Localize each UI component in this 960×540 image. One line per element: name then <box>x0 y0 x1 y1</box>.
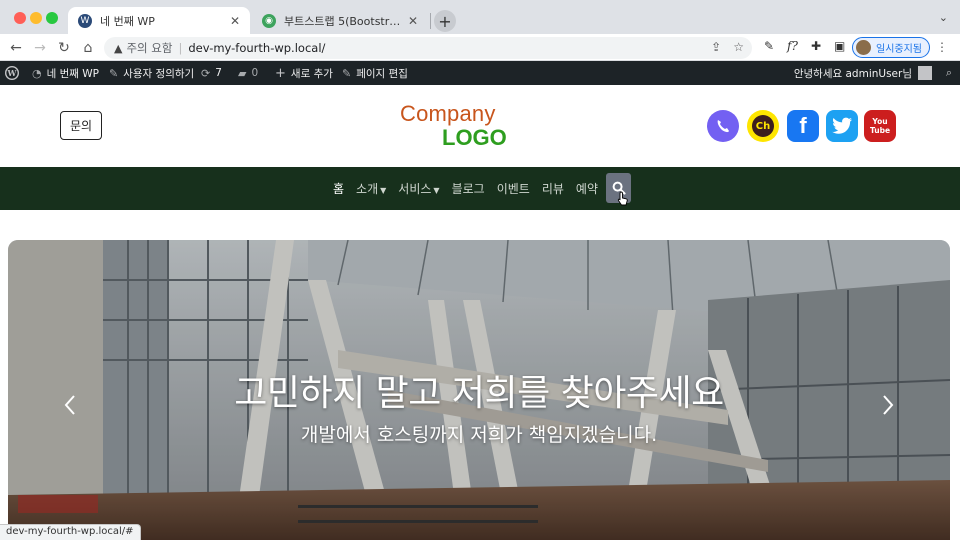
updates-count: 7 <box>215 67 222 79</box>
tab-title: 네 번째 WP <box>100 14 155 28</box>
nav-item-booking[interactable]: 예약 <box>576 180 598 197</box>
youtube-label: You Tube <box>869 117 891 135</box>
avatar <box>856 40 871 55</box>
contact-button[interactable]: 문의 <box>60 111 102 140</box>
site-name-menu[interactable]: ◔ 네 번째 WP <box>32 61 99 85</box>
customize-label: 사용자 정의하기 <box>123 67 195 80</box>
carousel-prev-button[interactable] <box>56 390 84 420</box>
nav-item-label: 서비스 <box>398 182 432 196</box>
warning-icon[interactable]: ▲ <box>114 42 122 55</box>
svg-text:W: W <box>7 68 18 78</box>
facebook-icon[interactable]: f <box>787 110 819 142</box>
kakao-label: Ch <box>752 115 774 137</box>
search-icon[interactable]: ⌕ <box>946 66 952 80</box>
address-bar[interactable]: ▲ 주의 요함 | dev-my-fourth-wp.local/ ⇪ ☆ <box>104 37 752 59</box>
comments-link[interactable]: ▰ 0 <box>238 61 258 85</box>
main-navigation: 홈 소개 ▼ 서비스 ▼ 블로그 이벤트 리뷰 예약 <box>0 167 960 210</box>
minimize-window-button[interactable] <box>30 12 42 24</box>
nav-menu: 홈 소개 ▼ 서비스 ▼ 블로그 이벤트 리뷰 예약 <box>333 167 610 210</box>
chevron-left-icon <box>64 395 75 415</box>
site-favicon-icon: ◉ <box>262 13 276 28</box>
viber-icon[interactable] <box>707 110 739 142</box>
caret-down-icon: ▼ <box>380 186 387 195</box>
wordpress-icon: W <box>5 66 19 80</box>
chevron-right-icon <box>883 395 894 415</box>
customize-link[interactable]: ✎ 사용자 정의하기 <box>109 61 194 85</box>
reload-icon[interactable]: ↻ <box>54 38 74 58</box>
url-text[interactable]: dev-my-fourth-wp.local/ <box>188 41 325 55</box>
bookmark-star-icon[interactable]: ☆ <box>733 40 744 54</box>
close-tab-icon[interactable]: ✕ <box>408 14 418 28</box>
nav-item-services[interactable]: 서비스 ▼ <box>398 180 439 197</box>
new-tab-button[interactable]: + <box>434 10 456 32</box>
extensions-puzzle-icon[interactable]: ✚ <box>811 39 821 53</box>
kakaotalk-channel-icon[interactable]: Ch <box>747 110 779 142</box>
forward-arrow-icon[interactable]: → <box>30 38 50 58</box>
carousel-next-button[interactable] <box>874 390 902 420</box>
comment-icon: ▰ <box>238 66 247 80</box>
company-logo[interactable]: Company LOGO <box>400 101 560 151</box>
share-icon[interactable]: ⇪ <box>711 40 721 54</box>
logo-company-text: Company <box>400 101 496 126</box>
nav-item-about[interactable]: 소개 ▼ <box>356 180 386 197</box>
caret-down-icon: ▼ <box>433 186 440 195</box>
greeting-text: 안녕하세요 adminUser님 <box>793 67 912 80</box>
comments-count: 0 <box>251 67 259 79</box>
nav-item-events[interactable]: 이벤트 <box>497 180 530 197</box>
youtube-icon[interactable]: You Tube <box>864 110 896 142</box>
side-panel-icon[interactable]: ▣ <box>834 39 845 53</box>
home-icon[interactable]: ⌂ <box>78 38 98 58</box>
twitter-icon[interactable] <box>826 110 858 142</box>
tab-search-chevron-icon[interactable]: ⌄ <box>939 11 948 24</box>
profile-status: 일시중지됨 <box>876 44 922 55</box>
my-account-menu[interactable]: 안녕하세요 adminUser님 <box>794 61 932 85</box>
nav-item-label: 소개 <box>356 182 379 196</box>
dashboard-icon: ◔ <box>32 66 42 80</box>
wp-logo-menu[interactable]: W <box>5 61 19 85</box>
plus-icon: + <box>275 65 286 81</box>
browser-tab[interactable]: ◉ 부트스트랩 5(Bootstrap 5) - 기초 ✕ <box>252 7 428 34</box>
hero-subheadline: 개발에서 호스팅까지 저희가 책임지겠습니다. <box>300 424 658 446</box>
logo-logo-text: LOGO <box>442 125 507 150</box>
eyedropper-extension-icon[interactable]: ✎ <box>764 39 774 53</box>
tab-separator <box>430 13 431 29</box>
profile-button[interactable]: 일시중지됨 <box>852 37 930 58</box>
new-label: 새로 추가 <box>290 67 333 80</box>
mouse-pointer-icon <box>617 191 628 206</box>
hero-headline: 고민하지 말고 저희를 찾아주세요 <box>234 373 724 414</box>
wp-admin-bar: W ◔ 네 번째 WP ✎ 사용자 정의하기 ⟳ 7 ▰ 0 + 새로 추가 ✎… <box>0 61 960 85</box>
zoom-window-button[interactable] <box>46 12 58 24</box>
browser-toolbar: ← → ↻ ⌂ ▲ 주의 요함 | dev-my-fourth-wp.local… <box>0 34 960 61</box>
browser-tab-bar: W 네 번째 WP ✕ ◉ 부트스트랩 5(Bootstrap 5) - 기초 … <box>0 0 960 34</box>
edit-page-label: 페이지 편집 <box>356 67 408 80</box>
browser-tab-active[interactable]: W 네 번째 WP ✕ <box>68 7 250 34</box>
site-header: 문의 Company LOGO Ch f You Tube <box>0 85 960 167</box>
close-window-button[interactable] <box>14 12 26 24</box>
formula-extension-icon[interactable]: f? <box>787 39 798 53</box>
status-url: dev-my-fourth-wp.local/# <box>0 524 141 540</box>
edit-page-link[interactable]: ✎ 페이지 편집 <box>342 61 408 85</box>
site-name: 네 번째 WP <box>46 67 99 80</box>
pencil-icon: ✎ <box>342 66 352 80</box>
security-label[interactable]: 주의 요함 <box>126 40 172 56</box>
close-tab-icon[interactable]: ✕ <box>230 14 240 28</box>
updates-link[interactable]: ⟳ 7 <box>201 61 222 85</box>
new-content-menu[interactable]: + 새로 추가 <box>275 61 333 85</box>
wordpress-icon: W <box>78 13 92 28</box>
nav-item-reviews[interactable]: 리뷰 <box>542 180 564 197</box>
nav-item-home[interactable]: 홈 <box>333 180 344 197</box>
user-avatar-icon <box>918 66 932 80</box>
hero-carousel: 고민하지 말고 저희를 찾아주세요 개발에서 호스팅까지 저희가 책임지겠습니다… <box>8 240 950 540</box>
nav-item-blog[interactable]: 블로그 <box>452 180 485 197</box>
tab-title: 부트스트랩 5(Bootstrap 5) - 기초 <box>284 14 402 28</box>
updates-icon: ⟳ <box>201 66 211 80</box>
paintbrush-icon: ✎ <box>109 66 119 80</box>
back-arrow-icon[interactable]: ← <box>6 38 26 58</box>
divider: | <box>178 41 183 55</box>
more-menu-icon[interactable]: ⋮ <box>936 40 948 54</box>
